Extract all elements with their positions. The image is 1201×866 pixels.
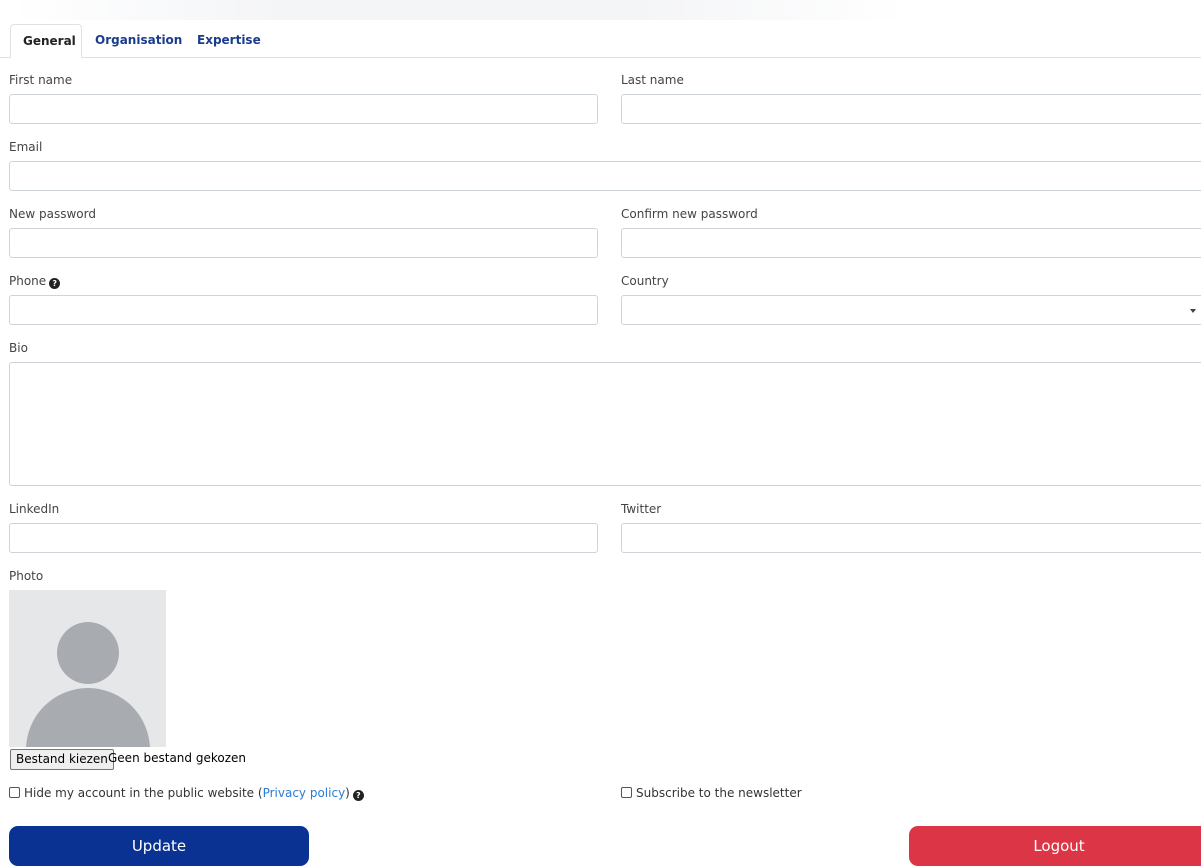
- chevron-down-icon: [1190, 309, 1196, 313]
- phone-input[interactable]: [9, 295, 598, 325]
- logout-button[interactable]: Logout: [909, 826, 1201, 866]
- newsletter-label: Subscribe to the newsletter: [636, 786, 802, 800]
- first-name-label: First name: [9, 73, 73, 87]
- top-banner-strip: [10, 0, 910, 20]
- avatar-body: [26, 688, 150, 747]
- update-button[interactable]: Update: [9, 826, 309, 866]
- file-status-text: Geen bestand gekozen: [108, 751, 246, 765]
- hide-account-checkbox[interactable]: [9, 787, 20, 798]
- newsletter-checkbox[interactable]: [621, 787, 632, 798]
- confirm-password-input[interactable]: [621, 228, 1201, 258]
- tab-expertise[interactable]: Expertise: [185, 24, 273, 57]
- last-name-label: Last name: [621, 73, 684, 87]
- country-select[interactable]: [621, 295, 1201, 325]
- hide-account-text-end: ): [345, 786, 350, 800]
- hide-account-option: Hide my account in the public website (P…: [9, 785, 364, 801]
- new-password-input[interactable]: [9, 228, 598, 258]
- bio-label: Bio: [9, 341, 28, 355]
- avatar-head: [57, 622, 119, 684]
- bio-textarea[interactable]: [9, 362, 1201, 486]
- phone-label: Phone: [9, 274, 47, 288]
- phone-label-row: Phone?: [9, 273, 61, 289]
- linkedin-input[interactable]: [9, 523, 598, 553]
- profile-tabs: General Organisation Expertise: [0, 24, 1201, 58]
- question-circle-icon[interactable]: ?: [352, 790, 364, 801]
- linkedin-label: LinkedIn: [9, 502, 60, 516]
- privacy-policy-link[interactable]: Privacy policy: [263, 786, 346, 800]
- hide-account-text: Hide my account in the public website (: [24, 786, 263, 800]
- newsletter-option: Subscribe to the newsletter: [621, 785, 802, 801]
- confirm-password-label: Confirm new password: [621, 207, 758, 221]
- avatar-placeholder-icon: [9, 590, 166, 747]
- tab-general[interactable]: General: [10, 24, 82, 58]
- photo-label: Photo: [9, 569, 44, 583]
- twitter-input[interactable]: [621, 523, 1201, 553]
- email-input[interactable]: [9, 161, 1201, 191]
- tab-organisation[interactable]: Organisation: [83, 24, 194, 57]
- last-name-input[interactable]: [621, 94, 1201, 124]
- country-label: Country: [621, 274, 669, 288]
- twitter-label: Twitter: [621, 502, 662, 516]
- choose-file-button[interactable]: Bestand kiezen: [10, 749, 114, 770]
- first-name-input[interactable]: [9, 94, 598, 124]
- email-label: Email: [9, 140, 43, 154]
- new-password-label: New password: [9, 207, 96, 221]
- question-circle-icon[interactable]: ?: [49, 278, 61, 289]
